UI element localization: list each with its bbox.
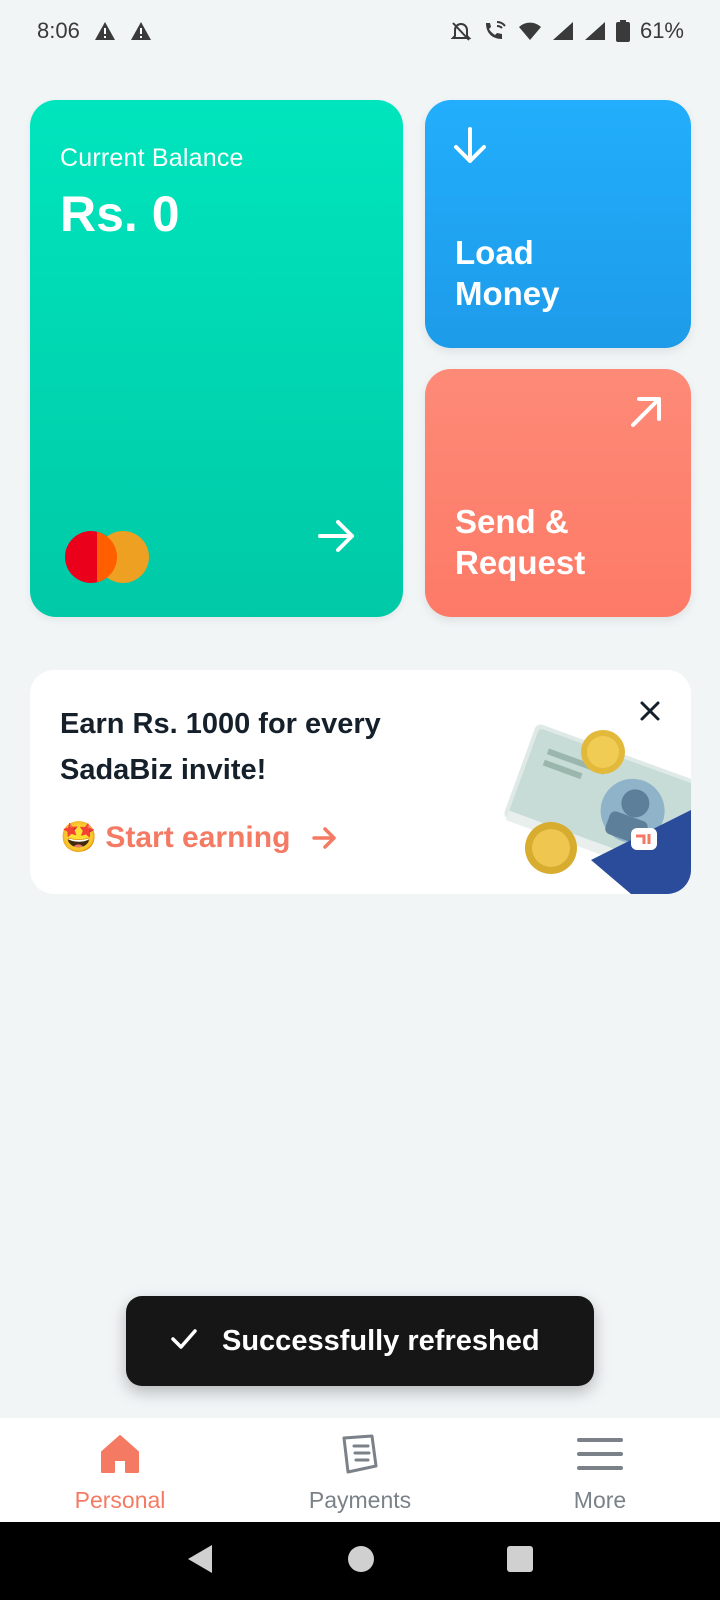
battery-percent: 61% bbox=[639, 18, 684, 43]
nav-label-payments: Payments bbox=[308, 1487, 412, 1513]
start-earning-link[interactable]: 🤩 Start earning bbox=[60, 820, 338, 855]
wifi-icon bbox=[518, 21, 542, 41]
arrow-right-icon bbox=[312, 826, 338, 850]
nav-payments[interactable]: Payments bbox=[240, 1418, 480, 1522]
nav-personal[interactable]: Personal bbox=[0, 1418, 240, 1522]
balance-label: Current Balance bbox=[60, 144, 244, 172]
home-circle-icon[interactable] bbox=[347, 1545, 375, 1578]
bottom-nav: Personal Payments More bbox=[0, 1418, 720, 1522]
back-icon[interactable] bbox=[186, 1543, 216, 1580]
nav-label-more: More bbox=[573, 1487, 627, 1513]
mastercard-logo bbox=[65, 531, 149, 583]
receipt-icon bbox=[338, 1432, 382, 1481]
load-money-button[interactable]: Load Money bbox=[425, 100, 691, 348]
status-bar: 8:06 61% bbox=[0, 0, 720, 62]
signal-icon bbox=[552, 21, 574, 41]
nav-more[interactable]: More bbox=[480, 1418, 720, 1522]
warning-icon bbox=[94, 21, 116, 41]
battery-icon bbox=[615, 20, 630, 42]
check-icon bbox=[170, 1328, 198, 1355]
arrow-down-icon bbox=[451, 126, 489, 171]
warning-icon bbox=[130, 21, 152, 41]
toast-notification: Successfully refreshed bbox=[126, 1296, 594, 1386]
signal-icon bbox=[584, 21, 606, 41]
home-icon bbox=[98, 1432, 142, 1481]
start-earning-label: Start earning bbox=[105, 820, 291, 854]
recents-icon[interactable] bbox=[506, 1545, 534, 1578]
load-money-label: Load Money bbox=[455, 234, 560, 312]
promo-title: Earn Rs. 1000 for every SadaBiz invite! bbox=[60, 708, 381, 786]
bell-off-icon bbox=[450, 20, 472, 42]
balance-card[interactable]: Current Balance Rs. 0 bbox=[30, 100, 403, 617]
promo-banner[interactable]: Earn Rs. 1000 for every SadaBiz invite! … bbox=[30, 670, 691, 894]
send-request-button[interactable]: Send & Request bbox=[425, 369, 691, 617]
arrow-right-icon[interactable] bbox=[317, 518, 357, 559]
arrow-up-right-icon bbox=[629, 395, 663, 434]
menu-icon bbox=[576, 1432, 624, 1481]
send-request-label: Send & Request bbox=[455, 503, 586, 581]
toast-message: Successfully refreshed bbox=[222, 1324, 540, 1357]
system-nav-bar bbox=[0, 1522, 720, 1600]
nav-label-personal: Personal bbox=[74, 1487, 166, 1513]
status-time: 8:06 bbox=[37, 18, 80, 43]
wifi-call-icon bbox=[482, 20, 508, 42]
star-eyes-emoji: 🤩 bbox=[60, 820, 98, 855]
status-left: 8:06 bbox=[37, 18, 152, 44]
balance-value: Rs. 0 bbox=[60, 186, 180, 242]
money-illustration bbox=[481, 710, 691, 894]
status-right: 61% bbox=[450, 18, 684, 44]
